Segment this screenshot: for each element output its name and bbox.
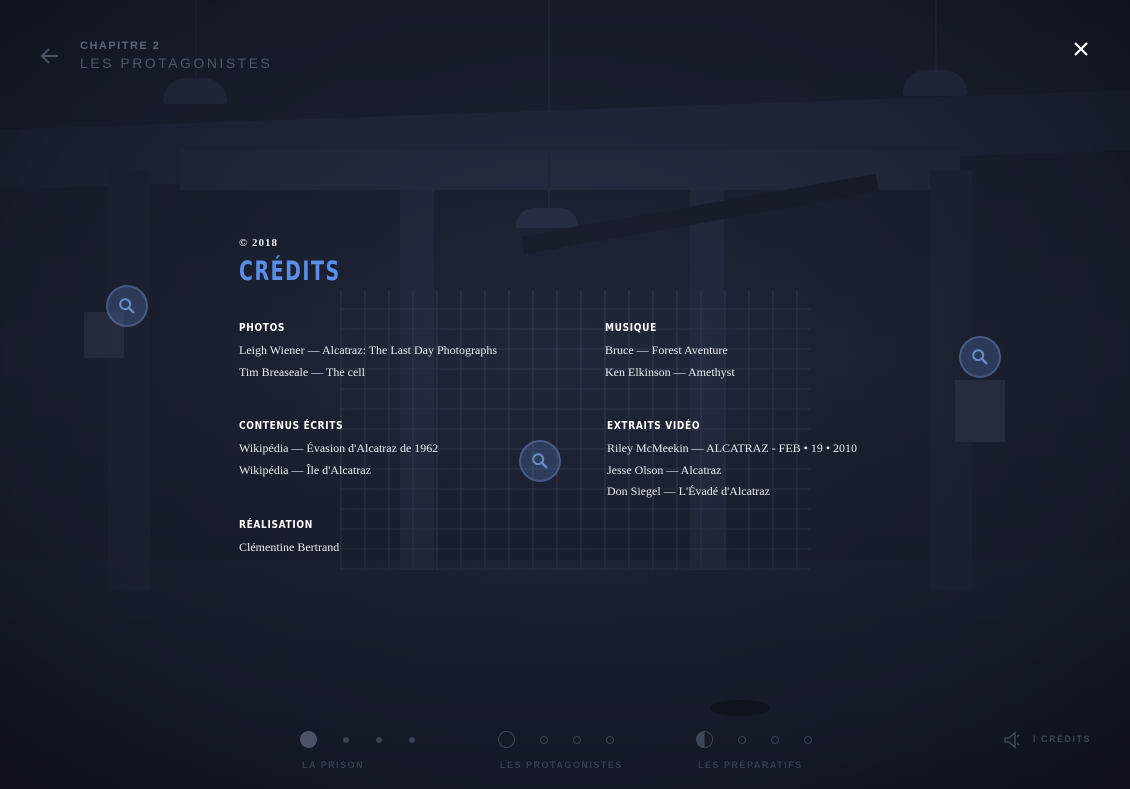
step-dot[interactable] bbox=[771, 736, 779, 744]
section-musique: MUSIQUE Bruce — Forest Aventure Ken Elki… bbox=[605, 321, 735, 383]
section-extraits-video: EXTRAITS VIDÉO Riley McMeekin — ALCATRAZ… bbox=[607, 419, 857, 503]
section-heading: PHOTOS bbox=[239, 321, 286, 334]
speaker-icon bbox=[1004, 731, 1020, 749]
step-dot[interactable] bbox=[376, 737, 382, 743]
credit-line[interactable]: Wikipédia — Île d'Alcatraz bbox=[239, 460, 438, 482]
step-dot[interactable] bbox=[343, 737, 349, 743]
chapter-dot[interactable] bbox=[498, 731, 515, 748]
dark-overlay bbox=[0, 0, 1130, 789]
chapter-title: LES PROTAGONISTES bbox=[80, 55, 273, 71]
credit-line[interactable]: Tim Breaseale — The cell bbox=[239, 362, 497, 384]
section-photos: PHOTOS Leigh Wiener — Alcatraz: The Last… bbox=[239, 321, 497, 383]
hotspot-magnifier-icon[interactable] bbox=[106, 285, 148, 327]
chapter-heading: CHAPITRE 2 LES PROTAGONISTES bbox=[80, 40, 272, 71]
chapter-label-les-protagonistes[interactable]: LES PROTAGONISTES bbox=[500, 760, 623, 770]
credit-line[interactable]: Bruce — Forest Aventure bbox=[605, 340, 735, 362]
chapter-label-les-preparatifs[interactable]: LES PRÉPARATIFS bbox=[698, 760, 803, 770]
step-dot[interactable] bbox=[804, 736, 812, 744]
step-dot[interactable] bbox=[573, 736, 581, 744]
credit-line[interactable]: Wikipédia — Évasion d'Alcatraz de 1962 bbox=[239, 438, 438, 460]
chapter-label-la-prison[interactable]: LA PRISON bbox=[302, 760, 364, 770]
section-heading: RÉALISATION bbox=[239, 518, 313, 531]
chapter-number: CHAPITRE 2 bbox=[80, 40, 161, 52]
close-icon bbox=[1074, 42, 1088, 56]
close-button[interactable] bbox=[1070, 38, 1092, 60]
credit-line[interactable]: Ken Elkinson — Amethyst bbox=[605, 362, 735, 384]
magnifier-icon bbox=[972, 349, 988, 365]
hotspot-magnifier-icon[interactable] bbox=[959, 336, 1001, 378]
hotspot-magnifier-icon[interactable] bbox=[519, 440, 561, 482]
magnifier-icon bbox=[119, 298, 135, 314]
credit-line[interactable]: Don Siegel — L'Évadé d'Alcatraz bbox=[607, 481, 857, 503]
chapter-dot[interactable] bbox=[696, 731, 713, 748]
magnifier-icon bbox=[532, 453, 548, 469]
step-dot[interactable] bbox=[738, 736, 746, 744]
chapter-dot[interactable] bbox=[300, 731, 317, 748]
section-realisation: RÉALISATION Clémentine Bertrand bbox=[239, 518, 339, 559]
credits-link[interactable]: I CRÉDITS bbox=[1033, 734, 1091, 744]
section-heading: CONTENUS ÉCRITS bbox=[239, 419, 344, 432]
arrow-left-icon bbox=[40, 48, 58, 64]
credits-title: CRÉDITS bbox=[239, 256, 341, 287]
credit-line[interactable]: Jesse Olson — Alcatraz bbox=[607, 460, 857, 482]
section-heading: MUSIQUE bbox=[605, 321, 657, 334]
credit-line[interactable]: Leigh Wiener — Alcatraz: The Last Day Ph… bbox=[239, 340, 497, 362]
step-dot[interactable] bbox=[540, 736, 548, 744]
credit-line[interactable]: Clémentine Bertrand bbox=[239, 537, 339, 559]
credit-line[interactable]: Riley McMeekin — ALCATRAZ - FEB • 19 • 2… bbox=[607, 438, 857, 460]
copyright-year: © 2018 bbox=[239, 237, 278, 249]
step-dot[interactable] bbox=[606, 736, 614, 744]
section-heading: EXTRAITS VIDÉO bbox=[607, 419, 701, 432]
section-contenus-ecrits: CONTENUS ÉCRITS Wikipédia — Évasion d'Al… bbox=[239, 419, 438, 481]
step-dot[interactable] bbox=[409, 737, 415, 743]
back-button[interactable] bbox=[38, 44, 62, 68]
sound-toggle-button[interactable] bbox=[1003, 731, 1021, 749]
